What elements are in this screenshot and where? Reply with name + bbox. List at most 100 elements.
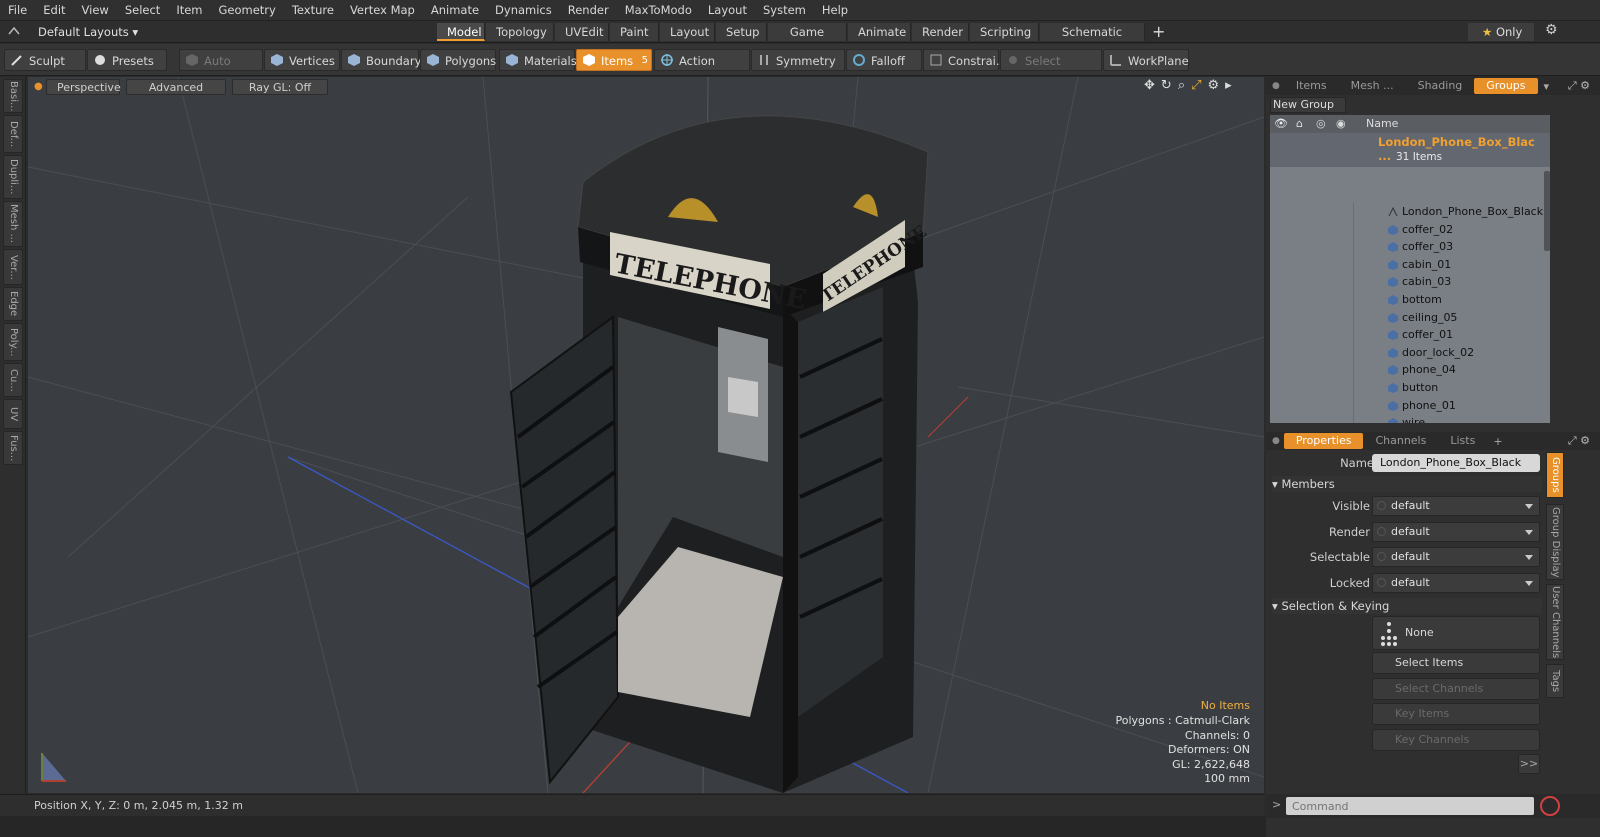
- panel-maximize-icon[interactable]: ⤢ ⚙: [1568, 79, 1590, 93]
- left-tab-8[interactable]: UV: [3, 399, 23, 429]
- select-column-icon[interactable]: ◉: [1336, 115, 1346, 133]
- rotate-view-icon[interactable]: ↻: [1161, 78, 1172, 96]
- list-item[interactable]: coffer_01: [1270, 326, 1550, 344]
- left-tab-7[interactable]: Cu...: [3, 363, 23, 397]
- menu-view[interactable]: View: [74, 0, 117, 21]
- menu-edit[interactable]: Edit: [35, 0, 73, 21]
- menu-help[interactable]: Help: [814, 0, 856, 21]
- list-item[interactable]: bottom: [1270, 291, 1550, 309]
- left-tab-5[interactable]: Edge: [3, 287, 23, 321]
- panel-tab-mesh[interactable]: Mesh ...: [1339, 78, 1406, 94]
- only-toggle[interactable]: ★ Only: [1468, 23, 1534, 41]
- list-item[interactable]: door_lock_02: [1270, 343, 1550, 362]
- tab-paint[interactable]: Paint: [610, 23, 659, 41]
- side-tab-tags[interactable]: Tags: [1546, 664, 1564, 698]
- menu-vertex-map[interactable]: Vertex Map: [342, 0, 423, 21]
- tab-uvedit[interactable]: UVEdit: [555, 23, 609, 41]
- panel-tab-items[interactable]: Items: [1284, 78, 1339, 94]
- presets-button[interactable]: Presets: [87, 49, 167, 71]
- workplane-button[interactable]: WorkPlane: [1103, 49, 1189, 71]
- select-items-button[interactable]: Select Items: [1372, 652, 1540, 674]
- boundary-button[interactable]: Boundary: [341, 49, 421, 71]
- fit-view-icon[interactable]: ⤢: [1191, 78, 1201, 96]
- render-dropdown[interactable]: default: [1372, 522, 1540, 542]
- layout-arrow-icon[interactable]: [8, 25, 20, 37]
- viewport-dot-icon[interactable]: ●: [34, 81, 43, 92]
- side-tab-group-display[interactable]: Group Display: [1546, 504, 1564, 580]
- properties-tab-channels[interactable]: Channels: [1363, 433, 1438, 449]
- visible-dropdown[interactable]: default: [1372, 496, 1540, 516]
- materials-button[interactable]: Materials: [499, 49, 577, 71]
- group-items-list[interactable]: 👁 ⌂ ◎ ◉ Name London_Phone_Box_Blac ... 3…: [1270, 115, 1550, 423]
- gear-icon[interactable]: ⚙: [1545, 22, 1558, 38]
- menu-item[interactable]: Item: [168, 0, 210, 21]
- select-channels-button[interactable]: Select Channels: [1372, 678, 1540, 700]
- list-item[interactable]: phone_04: [1270, 361, 1550, 379]
- add-tab-icon[interactable]: +: [1152, 22, 1170, 42]
- falloff-button[interactable]: Falloff: [846, 49, 922, 71]
- menu-system[interactable]: System: [755, 0, 814, 21]
- menu-texture[interactable]: Texture: [284, 0, 342, 21]
- list-item[interactable]: button: [1270, 379, 1550, 397]
- left-tab-4[interactable]: Ver...: [3, 249, 23, 285]
- menu-geometry[interactable]: Geometry: [211, 0, 284, 21]
- add-panel-icon[interactable]: +: [1493, 435, 1502, 448]
- menu-file[interactable]: File: [0, 0, 35, 21]
- none-button[interactable]: None: [1372, 616, 1540, 650]
- properties-tab-lists[interactable]: Lists: [1438, 433, 1487, 449]
- side-tab-user-channels[interactable]: User Channels: [1546, 584, 1564, 660]
- selection-keying-section[interactable]: ▾ Selection & Keying: [1272, 598, 1542, 614]
- left-tab-0[interactable]: Basi...: [3, 79, 23, 113]
- lock-column-icon[interactable]: ⌂: [1296, 115, 1303, 133]
- action-center-button[interactable]: Action Center: [654, 49, 750, 90]
- panel-dropdown-icon[interactable]: ▾: [1544, 80, 1550, 93]
- list-item[interactable]: ceiling_05: [1270, 308, 1550, 327]
- 3d-viewport[interactable]: TELEPHONE TELEPHONE ● Perspective Advanc…: [28, 77, 1264, 793]
- left-tab-6[interactable]: Poly...: [3, 323, 23, 361]
- list-item[interactable]: London_Phone_Box_Black: [1270, 203, 1550, 221]
- symmetry-button[interactable]: Symmetry: [751, 49, 845, 71]
- viewport-gear-icon[interactable]: ⚙: [1208, 78, 1220, 96]
- list-item[interactable]: coffer_03: [1270, 238, 1550, 256]
- list-item[interactable]: wire: [1270, 414, 1550, 423]
- locked-dropdown[interactable]: default: [1372, 573, 1540, 593]
- record-icon[interactable]: [1540, 796, 1560, 816]
- properties-tab-properties[interactable]: Properties: [1283, 433, 1364, 449]
- command-input[interactable]: [1286, 797, 1534, 815]
- left-tab-9[interactable]: Fus...: [3, 431, 23, 465]
- visibility-column-icon[interactable]: 👁: [1274, 115, 1288, 133]
- raygl-button[interactable]: Ray GL: Off: [232, 79, 328, 95]
- side-tab-groups[interactable]: Groups: [1546, 452, 1564, 498]
- more-button[interactable]: >>: [1518, 754, 1540, 774]
- panel-tab-groups[interactable]: Groups: [1474, 78, 1538, 94]
- menu-animate[interactable]: Animate: [423, 0, 487, 21]
- left-tab-3[interactable]: Mesh ...: [3, 201, 23, 247]
- left-tab-2[interactable]: Dupli...: [3, 155, 23, 199]
- list-item[interactable]: cabin_01: [1270, 255, 1550, 274]
- vertices-button[interactable]: Vertices 1: [264, 49, 340, 88]
- auto-select-button[interactable]: Auto Select: [179, 49, 263, 90]
- group-row[interactable]: London_Phone_Box_Blac ... 31 Items: [1270, 133, 1550, 167]
- tab-game-tools[interactable]: Game Tools: [768, 23, 847, 57]
- tab-topology[interactable]: Topology: [486, 23, 554, 41]
- viewport-menu-icon[interactable]: ▸: [1225, 78, 1232, 96]
- menu-maxtomodo[interactable]: MaxToModo: [617, 0, 700, 21]
- shading-button[interactable]: Advanced: [126, 79, 226, 95]
- sculpt-button[interactable]: Sculpt: [4, 49, 86, 71]
- left-tab-1[interactable]: Def...: [3, 115, 23, 153]
- tab-setup[interactable]: Setup: [716, 23, 767, 41]
- list-item[interactable]: phone_01: [1270, 396, 1550, 415]
- constraints-button[interactable]: Constrai...: [923, 49, 1007, 71]
- menu-layout[interactable]: Layout: [700, 0, 755, 21]
- select-through-button[interactable]: Select Through: [1000, 49, 1102, 90]
- tab-render[interactable]: Render: [912, 23, 969, 41]
- tab-scripting[interactable]: Scripting: [970, 23, 1039, 41]
- key-channels-button[interactable]: Key Channels: [1372, 729, 1540, 751]
- key-items-button[interactable]: Key Items: [1372, 703, 1540, 725]
- tab-model[interactable]: Model: [437, 23, 485, 41]
- layout-selector[interactable]: Default Layouts ▾: [38, 21, 138, 43]
- menu-render[interactable]: Render: [560, 0, 617, 21]
- new-group-button[interactable]: New Group: [1270, 97, 1346, 113]
- list-scrollbar[interactable]: [1544, 171, 1550, 251]
- properties-maximize-icon[interactable]: ⤢ ⚙: [1568, 434, 1590, 448]
